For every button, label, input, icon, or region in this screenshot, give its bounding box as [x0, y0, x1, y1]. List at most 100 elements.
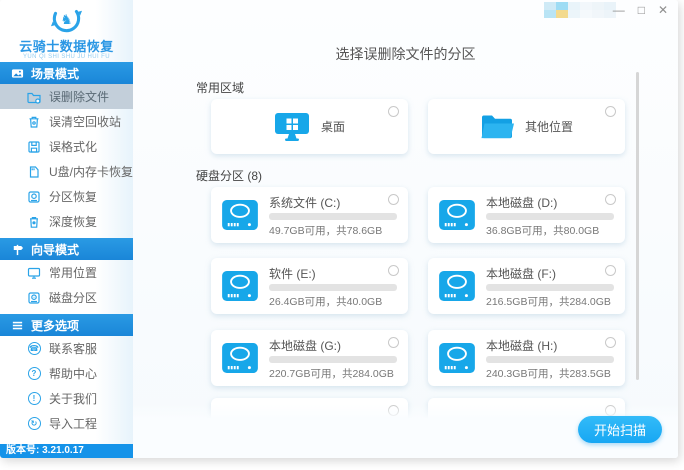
sidebar: ♞ 云骑士数据恢复 YUN QI SHI SHU JU HUI FU 场景模式 … [0, 0, 133, 458]
radio-disk-d[interactable] [605, 194, 616, 205]
sidebar-item-formatted[interactable]: 误格式化 [0, 134, 133, 159]
usage-bar [486, 213, 614, 220]
usage-bar [486, 284, 614, 291]
radio-disk-g[interactable] [388, 337, 399, 348]
usage-bar [269, 356, 397, 363]
recycle-bin-icon [27, 115, 41, 129]
disk-card-h[interactable]: 本地磁盘 (H:) 240.3GB可用，共283.5GB [428, 330, 625, 386]
disk-name: 软件 (E:) [269, 265, 316, 282]
sidebar-item-common-locations[interactable]: 常用位置 [0, 260, 133, 285]
sidebar-item-contact-support[interactable]: ☎ 联系客服 [0, 336, 133, 361]
common-location-icon [27, 266, 41, 280]
disk-partition-icon [27, 291, 41, 305]
common-card-label: 桌面 [321, 118, 345, 135]
disk-capacity: 26.4GB可用，共40.0GB [269, 294, 382, 309]
disk-capacity: 49.7GB可用，共78.6GB [269, 223, 382, 238]
disk-capacity: 240.3GB可用，共283.5GB [486, 366, 611, 381]
sidebar-section-more-options: 更多选项 [0, 314, 133, 336]
hard-disk-icon [438, 199, 476, 231]
sidebar-item-disk-partitions[interactable]: 磁盘分区 [0, 285, 133, 310]
start-scan-button[interactable]: 开始扫描 [578, 416, 662, 443]
footer-bar: 开始扫描 [133, 404, 678, 458]
page-title: 选择误删除文件的分区 [133, 44, 678, 64]
sidebar-item-help-center[interactable]: ? 帮助中心 [0, 361, 133, 386]
disk-card-e[interactable]: 软件 (E:) 26.4GB可用，共40.0GB [211, 258, 408, 314]
sidebar-item-label: 误清空回收站 [49, 113, 121, 130]
sidebar-item-label: 磁盘分区 [49, 289, 97, 306]
brand-subtitle: YUN QI SHI SHU JU HUI FU [0, 54, 133, 60]
radio-disk-f[interactable] [605, 265, 616, 276]
hard-disk-icon [221, 342, 259, 374]
radio-disk-h[interactable] [605, 337, 616, 348]
common-card-other-location[interactable]: 其他位置 [428, 99, 625, 154]
sidebar-section-wizard-mode: 向导模式 [0, 238, 133, 260]
blurred-region [544, 2, 616, 18]
hard-disk-icon [221, 199, 259, 231]
memory-card-icon [27, 165, 41, 179]
sidebar-item-label: 分区恢复 [49, 188, 97, 205]
disk-card-f[interactable]: 本地磁盘 (F:) 216.5GB可用，共284.0GB [428, 258, 625, 314]
contact-support-icon: ☎ [27, 342, 41, 356]
disk-card-c[interactable]: 系统文件 (C:) 49.7GB可用，共78.6GB [211, 187, 408, 243]
usage-bar [486, 356, 614, 363]
sidebar-item-label: 误删除文件 [49, 88, 109, 105]
sidebar-item-usb-memory-card[interactable]: U盘/内存卡恢复 [0, 159, 133, 184]
help-center-icon: ? [27, 367, 41, 381]
partitions-label: 硬盘分区 (8) [196, 167, 262, 184]
minimize-button[interactable]: — [613, 3, 625, 17]
disk-card-g[interactable]: 本地磁盘 (G:) 220.7GB可用，共284.0GB [211, 330, 408, 386]
sidebar-item-label: 帮助中心 [49, 365, 97, 382]
sidebar-item-import-project[interactable]: ↻ 导入工程 [0, 411, 133, 436]
maximize-button[interactable]: □ [638, 3, 645, 17]
section-label: 场景模式 [31, 65, 79, 82]
sidebar-item-label: 深度恢复 [49, 213, 97, 230]
brand-logo-icon: ♞ [50, 2, 83, 35]
svg-text:♞: ♞ [60, 12, 72, 27]
disk-name: 系统文件 (C:) [269, 194, 340, 211]
scene-mode-icon [10, 66, 24, 80]
app-logo: ♞ 云骑士数据恢复 YUN QI SHI SHU JU HUI FU [0, 0, 133, 62]
radio-other-location[interactable] [605, 106, 616, 117]
common-area-label: 常用区域 [196, 79, 244, 96]
close-button[interactable]: ✕ [658, 3, 668, 17]
sidebar-item-emptied-recycle-bin[interactable]: 误清空回收站 [0, 109, 133, 134]
usage-bar [269, 213, 397, 220]
sidebar-item-label: 导入工程 [49, 415, 97, 432]
sidebar-item-deep-recovery[interactable]: 深度恢复 [0, 209, 133, 234]
app-window: — □ ✕ ♞ 云骑士数据恢复 YUN QI SHI SHU JU HUI FU… [0, 0, 678, 458]
version-bar: 版本号: 3.21.0.17 [0, 444, 133, 458]
section-label: 更多选项 [31, 317, 79, 334]
disk-card-d[interactable]: 本地磁盘 (D:) 36.8GB可用，共80.0GB [428, 187, 625, 243]
more-options-icon [10, 318, 24, 332]
radio-disk-c[interactable] [388, 194, 399, 205]
disk-capacity: 36.8GB可用，共80.0GB [486, 223, 599, 238]
folder-restore-icon [27, 90, 41, 104]
brand-name: 云骑士数据恢复 [0, 40, 133, 53]
usage-bar [269, 284, 397, 291]
sidebar-item-label: 常用位置 [49, 264, 97, 281]
section-label: 向导模式 [31, 241, 79, 258]
main-content: 选择误删除文件的分区 常用区域 桌面 其他位置 硬盘分区 (8) [133, 0, 678, 458]
common-card-desktop[interactable]: 桌面 [211, 99, 408, 154]
sidebar-item-partition-recovery[interactable]: 分区恢复 [0, 184, 133, 209]
other-location-folder-icon [480, 113, 514, 140]
disk-name: 本地磁盘 (H:) [486, 337, 557, 354]
disk-capacity: 220.7GB可用，共284.0GB [269, 366, 394, 381]
sidebar-item-deleted-files[interactable]: 误删除文件 [0, 84, 133, 109]
disk-name: 本地磁盘 (D:) [486, 194, 557, 211]
disk-name: 本地磁盘 (G:) [269, 337, 341, 354]
sidebar-item-label: 联系客服 [49, 340, 97, 357]
window-controls: — □ ✕ [613, 3, 668, 17]
common-card-label: 其他位置 [525, 118, 573, 135]
radio-disk-e[interactable] [388, 265, 399, 276]
hard-disk-icon [438, 270, 476, 302]
sidebar-item-about-us[interactable]: ! 关于我们 [0, 386, 133, 411]
vertical-scrollbar[interactable] [636, 72, 639, 380]
about-us-icon: ! [27, 392, 41, 406]
sidebar-section-scene-mode: 场景模式 [0, 62, 133, 84]
sidebar-item-label: U盘/内存卡恢复 [49, 163, 133, 180]
deep-recovery-icon [27, 215, 41, 229]
radio-desktop[interactable] [388, 106, 399, 117]
sidebar-item-label: 关于我们 [49, 390, 97, 407]
hard-disk-icon [221, 270, 259, 302]
